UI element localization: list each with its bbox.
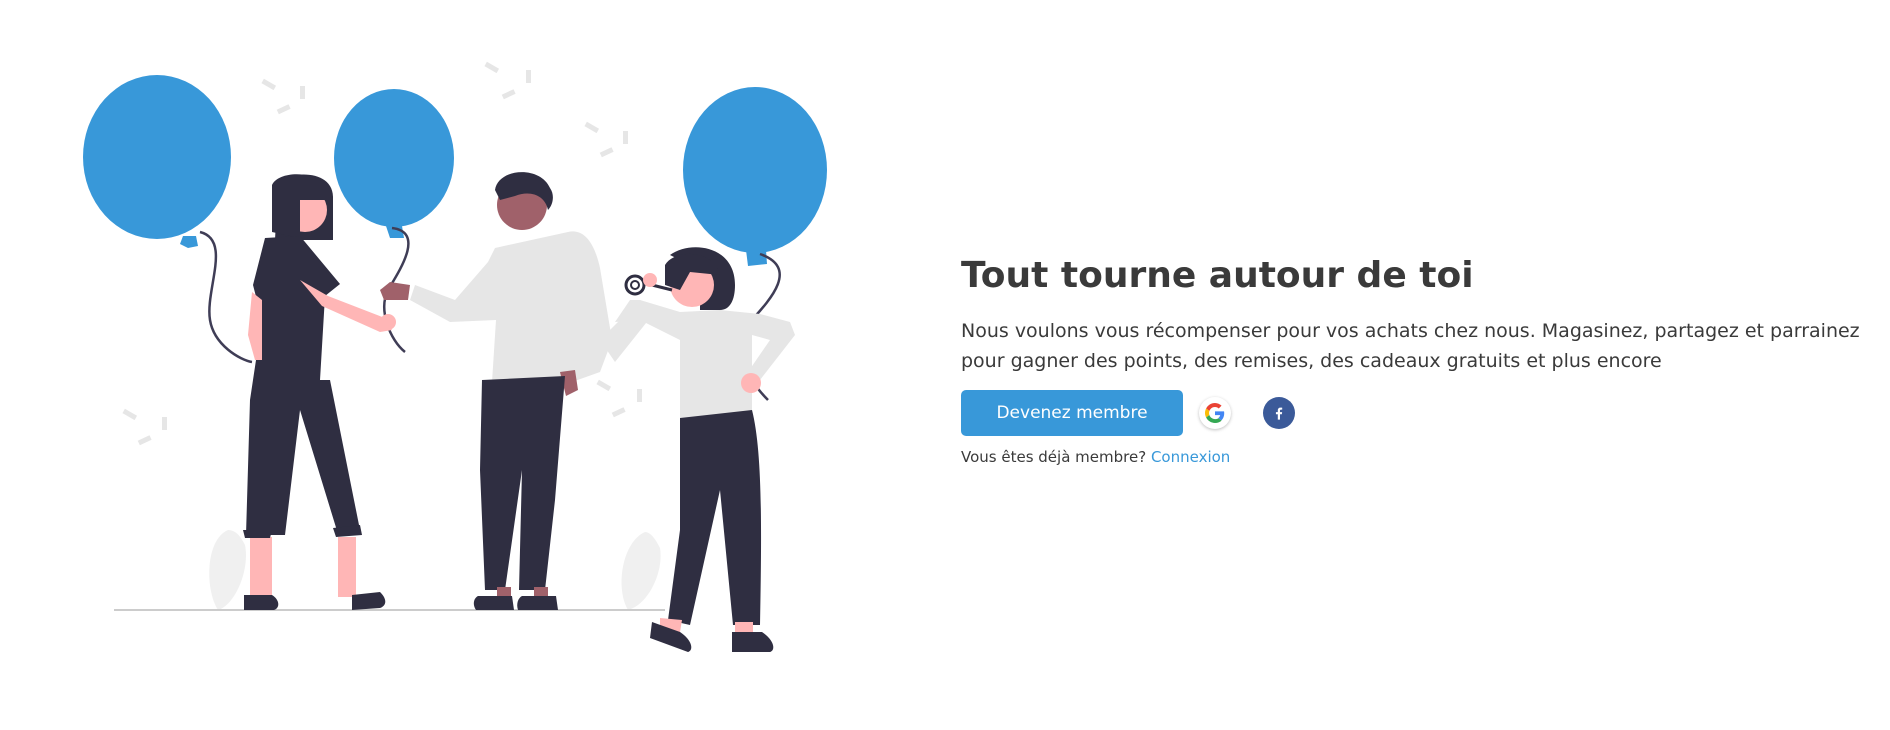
hero-content: Tout tourne autour de toi Nous voulons v… bbox=[961, 255, 1881, 466]
google-login-button[interactable] bbox=[1199, 397, 1231, 429]
plants bbox=[209, 530, 661, 610]
woman-figure bbox=[243, 174, 396, 610]
join-button[interactable]: Devenez membre bbox=[961, 390, 1183, 436]
description-line-1: Nous voulons vous récompenser pour vos a… bbox=[961, 320, 1860, 342]
hero-description: Nous voulons vous récompenser pour vos a… bbox=[961, 316, 1881, 376]
page-title: Tout tourne autour de toi bbox=[961, 255, 1474, 296]
already-member-text: Vous êtes déjà membre? bbox=[961, 448, 1147, 466]
login-line: Vous êtes déjà membre? Connexion bbox=[961, 448, 1881, 466]
action-row: Devenez membre bbox=[961, 390, 1881, 436]
facebook-login-button[interactable] bbox=[1263, 397, 1295, 429]
facebook-icon bbox=[1275, 407, 1283, 420]
party-illustration-svg bbox=[83, 61, 827, 652]
google-icon bbox=[1205, 403, 1225, 423]
man-figure bbox=[380, 172, 658, 610]
login-link[interactable]: Connexion bbox=[1151, 448, 1230, 466]
party-illustration bbox=[0, 0, 940, 726]
description-line-2: pour gagner des points, des remises, des… bbox=[961, 350, 1662, 372]
